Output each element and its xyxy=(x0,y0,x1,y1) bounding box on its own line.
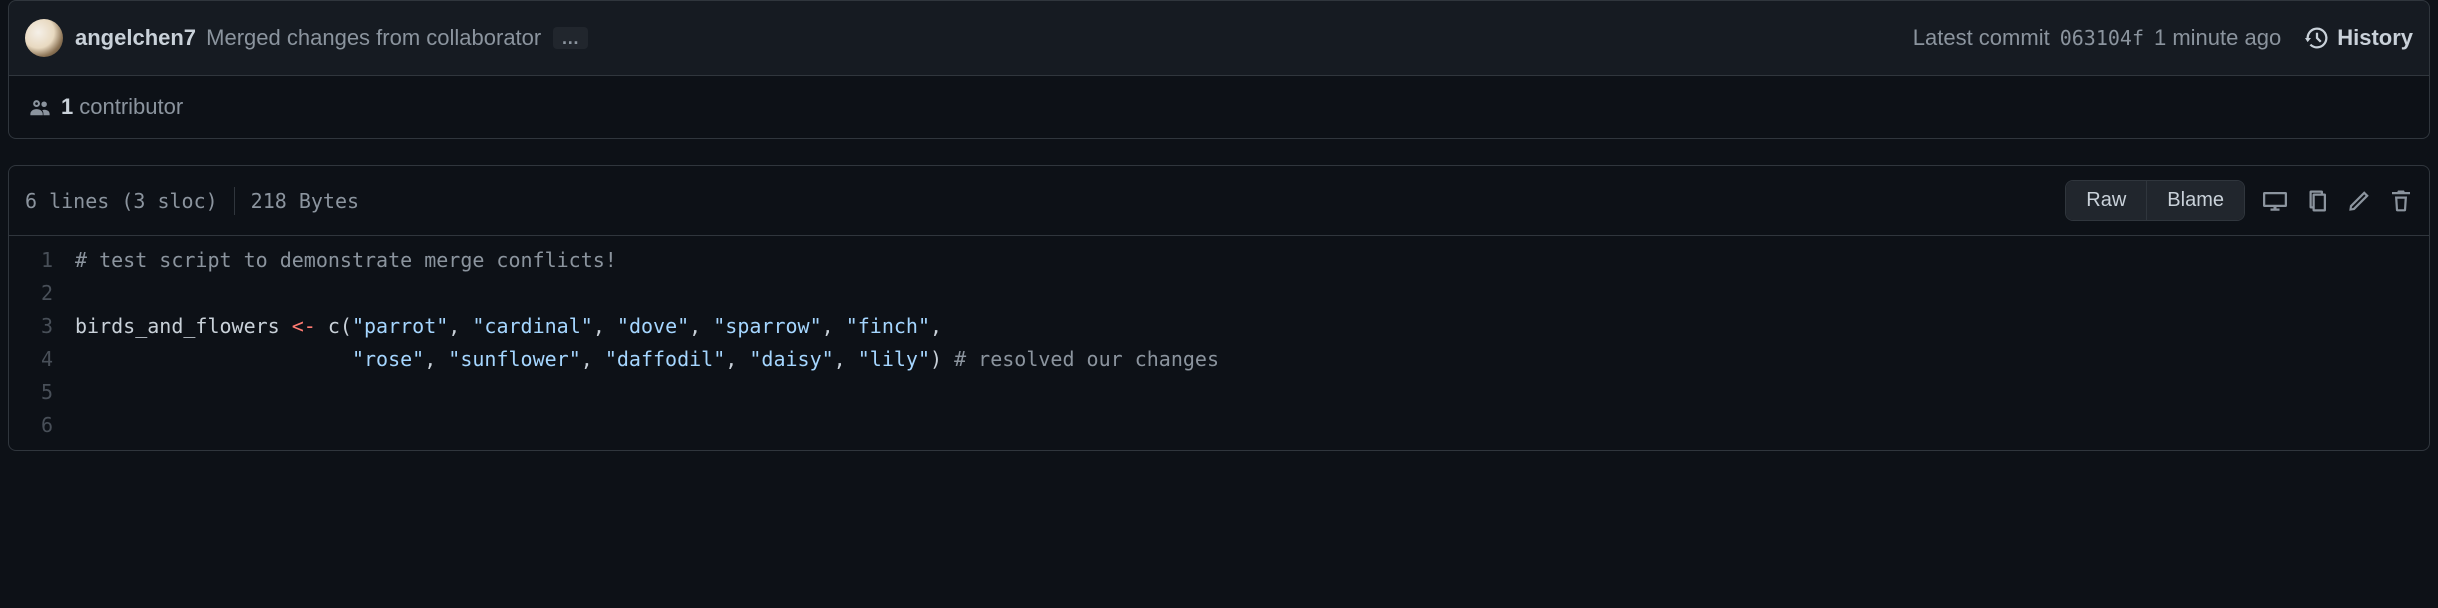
commit-text: angelchen7 Merged changes from collabora… xyxy=(75,25,541,51)
raw-blame-group: Raw Blame xyxy=(2065,180,2245,221)
file-stats: 6 lines (3 sloc) 218 Bytes xyxy=(25,187,359,215)
line-number[interactable]: 6 xyxy=(9,409,75,442)
code-content[interactable]: "rose", "sunflower", "daffodil", "daisy"… xyxy=(75,343,1219,376)
copy-icon[interactable] xyxy=(2305,189,2329,213)
code-line: 3birds_and_flowers <- c("parrot", "cardi… xyxy=(9,310,2429,343)
line-number[interactable]: 5 xyxy=(9,376,75,409)
commit-sha[interactable]: 063104f xyxy=(2060,26,2144,50)
line-number[interactable]: 1 xyxy=(9,244,75,277)
stats-divider xyxy=(234,187,235,215)
contributor-label: contributor xyxy=(79,94,183,120)
commit-bar: angelchen7 Merged changes from collabora… xyxy=(8,0,2430,76)
commit-time[interactable]: 1 minute ago xyxy=(2154,25,2281,51)
line-number[interactable]: 3 xyxy=(9,310,75,343)
contributors-bar: 1 contributor xyxy=(8,76,2430,139)
blame-button[interactable]: Blame xyxy=(2146,181,2244,220)
commit-right: Latest commit 063104f 1 minute ago Histo… xyxy=(1913,25,2413,51)
latest-commit-label: Latest commit xyxy=(1913,25,2050,51)
file-actions: Raw Blame xyxy=(2065,180,2413,221)
code-line: 4 "rose", "sunflower", "daffodil", "dais… xyxy=(9,343,2429,376)
raw-button[interactable]: Raw xyxy=(2066,181,2146,220)
code-line: 5 xyxy=(9,376,2429,409)
code-content[interactable]: # test script to demonstrate merge confl… xyxy=(75,244,617,277)
file-bytes: 218 Bytes xyxy=(251,189,359,213)
edit-icon[interactable] xyxy=(2347,189,2371,213)
file-header: 6 lines (3 sloc) 218 Bytes Raw Blame xyxy=(9,166,2429,236)
people-icon xyxy=(29,96,51,118)
code-area[interactable]: 1# test script to demonstrate merge conf… xyxy=(9,236,2429,450)
author-link[interactable]: angelchen7 xyxy=(75,25,196,50)
history-link[interactable]: History xyxy=(2305,25,2413,51)
line-number[interactable]: 2 xyxy=(9,277,75,310)
more-button[interactable]: … xyxy=(553,27,588,49)
avatar[interactable] xyxy=(25,19,63,57)
desktop-icon[interactable] xyxy=(2263,189,2287,213)
commit-left: angelchen7 Merged changes from collabora… xyxy=(25,19,588,57)
code-line: 1# test script to demonstrate merge conf… xyxy=(9,244,2429,277)
trash-icon[interactable] xyxy=(2389,189,2413,213)
contributor-count: 1 xyxy=(61,94,73,120)
commit-message[interactable]: Merged changes from collaborator xyxy=(206,25,541,50)
file-box: 6 lines (3 sloc) 218 Bytes Raw Blame 1# … xyxy=(8,165,2430,451)
code-content[interactable]: birds_and_flowers <- c("parrot", "cardin… xyxy=(75,310,942,343)
history-icon xyxy=(2305,26,2329,50)
code-line: 6 xyxy=(9,409,2429,442)
code-line: 2 xyxy=(9,277,2429,310)
lines-sloc: 6 lines (3 sloc) xyxy=(25,189,218,213)
line-number[interactable]: 4 xyxy=(9,343,75,376)
history-label: History xyxy=(2337,25,2413,51)
